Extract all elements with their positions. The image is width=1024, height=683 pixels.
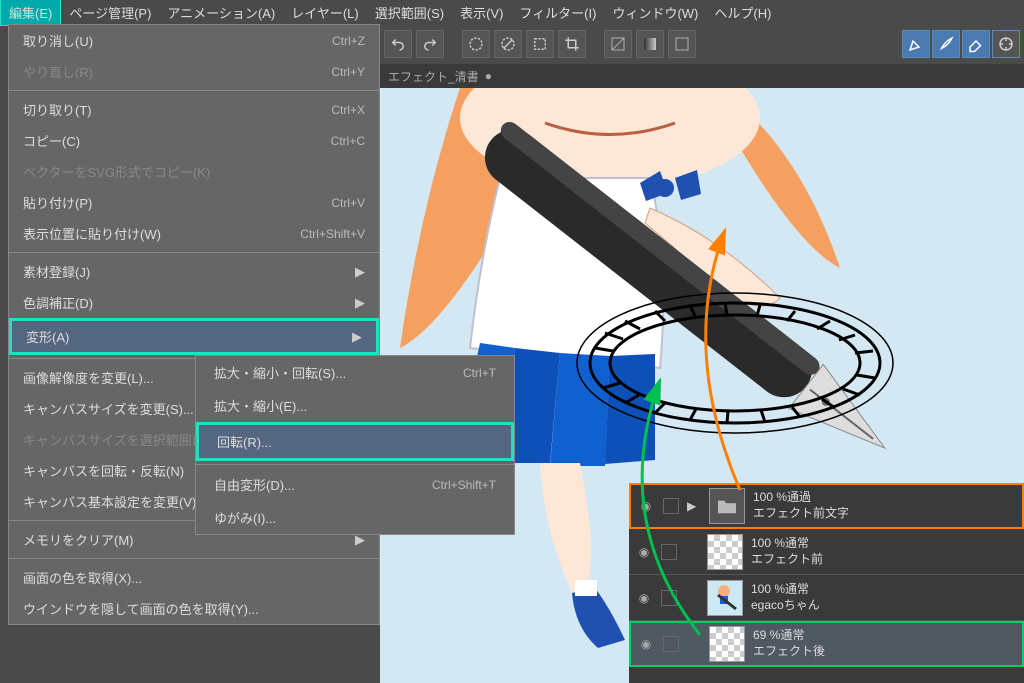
- menu-view[interactable]: 表示(V): [452, 0, 511, 25]
- menu-cut[interactable]: 切り取り(T)Ctrl+X: [9, 94, 379, 125]
- layer-opacity: 100 %通過: [753, 490, 849, 506]
- menu-selection[interactable]: 選択範囲(S): [367, 0, 452, 25]
- menu-tonal-correction[interactable]: 色調補正(D)▶: [9, 287, 379, 318]
- menu-layer[interactable]: レイヤー(L): [283, 0, 367, 25]
- invert-icon[interactable]: [526, 30, 554, 58]
- visibility-icon[interactable]: ◉: [635, 543, 653, 561]
- select-all-icon[interactable]: [462, 30, 490, 58]
- undo-icon[interactable]: [384, 30, 412, 58]
- grad2-icon[interactable]: [636, 30, 664, 58]
- menu-window[interactable]: ウィンドウ(W): [604, 0, 706, 25]
- submenu-free-transform[interactable]: 自由変形(D)...Ctrl+Shift+T: [196, 468, 514, 501]
- toolbar: [380, 24, 1024, 64]
- submenu-distort[interactable]: ゆがみ(I)...: [196, 501, 514, 534]
- menu-copy[interactable]: コピー(C)Ctrl+C: [9, 125, 379, 156]
- layer-thumbnail: [707, 534, 743, 570]
- layer-row-selected[interactable]: ◉ 69 %通常エフェクト後: [629, 621, 1024, 667]
- menu-copy-svg: ベクターをSVG形式でコピー(K): [9, 156, 379, 187]
- layer-name: エフェクト前: [751, 552, 823, 568]
- submenu-scale[interactable]: 拡大・縮小(E)...: [196, 389, 514, 422]
- brush-tool-icon[interactable]: [932, 30, 960, 58]
- menu-hide-pick-color[interactable]: ウインドウを隠して画面の色を取得(Y)...: [9, 593, 379, 624]
- folder-icon: [709, 488, 745, 524]
- grad3-icon[interactable]: [668, 30, 696, 58]
- transform-submenu: 拡大・縮小・回転(S)...Ctrl+T 拡大・縮小(E)... 回転(R)..…: [195, 355, 515, 535]
- menu-pick-color[interactable]: 画面の色を取得(X)...: [9, 562, 379, 593]
- layer-row[interactable]: ◉ 100 %通常エフェクト前: [629, 529, 1024, 575]
- layers-panel: ◉ ▶ 100 %通過エフェクト前文字 ◉ 100 %通常エフェクト前 ◉ 10…: [629, 483, 1024, 683]
- layer-row-folder[interactable]: ◉ ▶ 100 %通過エフェクト前文字: [629, 483, 1024, 529]
- crop-icon[interactable]: [558, 30, 586, 58]
- menu-transform[interactable]: 変形(A)▶: [9, 318, 379, 355]
- pen-tool-icon[interactable]: [902, 30, 930, 58]
- layer-name: エフェクト前文字: [753, 506, 849, 522]
- menu-undo[interactable]: 取り消し(U)Ctrl+Z: [9, 25, 379, 56]
- redo-icon[interactable]: [416, 30, 444, 58]
- document-tab[interactable]: エフェクト_清書: [388, 68, 479, 85]
- layer-thumbnail: [709, 626, 745, 662]
- grad1-icon[interactable]: [604, 30, 632, 58]
- menubar: 編集(E) ページ管理(P) アニメーション(A) レイヤー(L) 選択範囲(S…: [0, 0, 1024, 24]
- submenu-rotate[interactable]: 回転(R)...: [196, 422, 514, 461]
- menu-page[interactable]: ページ管理(P): [61, 0, 159, 25]
- tab-close-icon[interactable]: ●: [485, 69, 492, 83]
- menu-register-material[interactable]: 素材登録(J)▶: [9, 256, 379, 287]
- visibility-icon[interactable]: ◉: [635, 589, 653, 607]
- menu-edit[interactable]: 編集(E): [0, 0, 61, 26]
- menu-paste[interactable]: 貼り付け(P)Ctrl+V: [9, 187, 379, 218]
- menu-filter[interactable]: フィルター(I): [511, 0, 604, 25]
- visibility-icon[interactable]: ◉: [637, 497, 655, 515]
- layer-thumbnail: [707, 580, 743, 616]
- hand-tool-icon[interactable]: [992, 30, 1020, 58]
- layer-opacity: 69 %通常: [753, 628, 825, 644]
- menu-help[interactable]: ヘルプ(H): [706, 0, 779, 25]
- document-tab-bar: エフェクト_清書 ●: [380, 64, 1024, 88]
- deselect-icon[interactable]: [494, 30, 522, 58]
- menu-paste-in-place[interactable]: 表示位置に貼り付け(W)Ctrl+Shift+V: [9, 218, 379, 249]
- menu-animation[interactable]: アニメーション(A): [159, 0, 283, 25]
- visibility-icon[interactable]: ◉: [637, 635, 655, 653]
- layer-opacity: 100 %通常: [751, 536, 823, 552]
- expand-icon[interactable]: ▶: [687, 499, 701, 513]
- menu-redo[interactable]: やり直し(R)Ctrl+Y: [9, 56, 379, 87]
- eraser-tool-icon[interactable]: [962, 30, 990, 58]
- layer-name: egacoちゃん: [751, 598, 820, 614]
- layer-opacity: 100 %通常: [751, 582, 820, 598]
- layer-name: エフェクト後: [753, 644, 825, 660]
- submenu-scale-rotate[interactable]: 拡大・縮小・回転(S)...Ctrl+T: [196, 356, 514, 389]
- layer-row[interactable]: ◉ 100 %通常egacoちゃん: [629, 575, 1024, 621]
